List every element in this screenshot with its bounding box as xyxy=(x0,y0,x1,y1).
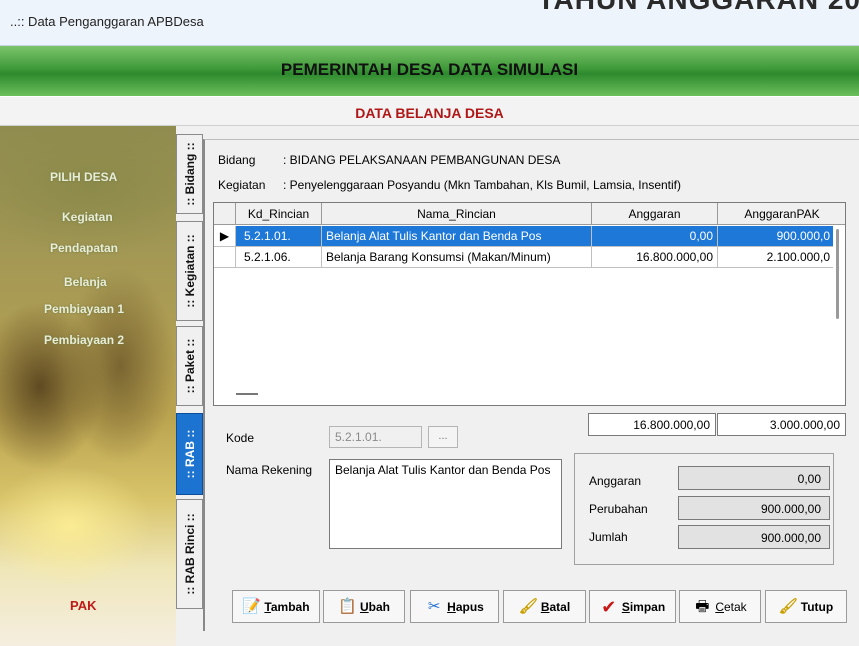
ubah-mnemonic: U xyxy=(359,599,369,614)
sidebar-background-image xyxy=(0,426,176,606)
tab-rab[interactable]: :: RAB :: xyxy=(176,413,203,495)
sidebar-item-kegiatan[interactable]: Kegiatan xyxy=(62,210,113,224)
kode-label: Kode xyxy=(226,431,255,445)
bidang-value: : BIDANG PELAKSANAAN PEMBANGUNAN DESA xyxy=(283,153,561,167)
sidebar: PILIH DESA Kegiatan Pendapatan Belanja P… xyxy=(0,126,176,646)
cell-kd-rincian[interactable]: 5.2.1.06. xyxy=(236,247,322,268)
table-header: Kd_Rincian Nama_Rincian Anggaran Anggara… xyxy=(214,203,845,225)
summary-anggaran-value: 0,00 xyxy=(678,466,830,490)
sidebar-item-pendapatan[interactable]: Pendapatan xyxy=(50,241,118,255)
cell-anggaran[interactable]: 0,00 xyxy=(592,226,718,247)
indicator-column-header xyxy=(214,203,236,225)
header-band: PEMERINTAH DESA DATA SIMULASI xyxy=(0,46,859,96)
add-document-icon: 📝 xyxy=(242,597,262,615)
summary-jumlah-label: Jumlah xyxy=(589,530,628,544)
simpan-label: impan xyxy=(629,599,666,614)
simpan-mnemonic: S xyxy=(621,599,630,614)
summary-perubahan-label: Perubahan xyxy=(589,502,648,516)
column-header-kd-rincian[interactable]: Kd_Rincian xyxy=(236,203,322,225)
sidebar-item-pembiayaan-2[interactable]: Pembiayaan 2 xyxy=(44,333,124,347)
page-title: PEMERINTAH DESA DATA SIMULASI xyxy=(280,60,579,79)
tutup-label: Tutup xyxy=(800,599,834,614)
tutup-button[interactable]: 🖌 Tutup xyxy=(765,590,847,623)
cell-kd-rincian[interactable]: 5.2.1.01. xyxy=(236,226,322,247)
kode-field[interactable]: 5.2.1.01. xyxy=(329,426,422,448)
subheader: DATA BELANJA DESA xyxy=(0,96,859,126)
window-titlebar: ..:: Data Penganggaran APBDesa TAHUN ANG… xyxy=(0,0,859,46)
total-anggaran-pak: 3.000.000,00 xyxy=(717,413,846,436)
checkmark-icon: ✔ xyxy=(601,596,617,617)
tab-bidang-label: :: Bidang :: xyxy=(182,142,197,206)
cell-nama-rincian[interactable]: Belanja Alat Tulis Kantor dan Benda Pos xyxy=(322,226,592,247)
cetak-button[interactable]: 🖶 Cetak xyxy=(679,590,761,623)
ubah-button[interactable]: 📋 Ubah xyxy=(323,590,405,623)
summary-box: Anggaran 0,00 Perubahan 900.000,00 Jumla… xyxy=(574,453,834,565)
tab-rab-label: :: RAB :: xyxy=(182,429,197,479)
kegiatan-value: : Penyelenggaraan Posyandu (Mkn Tambahan… xyxy=(283,178,681,192)
total-anggaran: 16.800.000,00 xyxy=(588,413,716,436)
cell-anggaran[interactable]: 16.800.000,00 xyxy=(592,247,718,268)
close-brush-icon: 🖌 xyxy=(778,597,798,615)
nama-rekening-field[interactable]: Belanja Alat Tulis Kantor dan Benda Pos xyxy=(329,459,562,549)
table-row[interactable]: 5.2.1.06. Belanja Barang Konsumsi (Makan… xyxy=(214,247,845,268)
tab-paket[interactable]: :: Paket :: xyxy=(176,326,203,406)
background-heading: TAHUN ANGGARAN 20 xyxy=(538,0,859,16)
scrollbar-thumb[interactable] xyxy=(836,229,839,319)
ubah-label: bah xyxy=(368,599,390,614)
tab-rab-rinci-label: :: RAB Rinci :: xyxy=(182,513,197,595)
table-row[interactable]: ▶ 5.2.1.01. Belanja Alat Tulis Kantor da… xyxy=(214,226,845,247)
summary-jumlah-value: 900.000,00 xyxy=(678,525,830,549)
row-indicator-icon xyxy=(214,247,236,268)
row-indicator-icon: ▶ xyxy=(214,226,236,247)
tab-bidang[interactable]: :: Bidang :: xyxy=(176,134,203,214)
cell-anggaran-pak[interactable]: 900.000,0 xyxy=(718,226,835,247)
cancel-brush-icon: 🖌 xyxy=(518,597,538,615)
tambah-button[interactable]: 📝 Tambah xyxy=(232,590,320,623)
delete-icon: ✂ xyxy=(427,597,441,615)
batal-label: atal xyxy=(549,599,571,614)
simpan-button[interactable]: ✔ Simpan xyxy=(589,590,676,623)
vertical-tab-strip: :: Bidang :: :: Kegiatan :: :: Paket :: … xyxy=(176,126,203,631)
cetak-mnemonic: C xyxy=(715,599,724,614)
cell-nama-rincian[interactable]: Belanja Barang Konsumsi (Makan/Minum) xyxy=(322,247,592,268)
edit-document-icon: 📋 xyxy=(337,597,357,615)
hapus-mnemonic: H xyxy=(447,599,456,614)
printer-icon: 🖶 xyxy=(695,597,710,615)
window-title: ..:: Data Penganggaran APBDesa xyxy=(10,14,204,29)
summary-perubahan-value: 900.000,00 xyxy=(678,496,830,520)
sidebar-item-pilih-desa[interactable]: PILIH DESA xyxy=(50,170,117,184)
tab-paket-label: :: Paket :: xyxy=(182,338,197,394)
nama-rekening-label: Nama Rekening xyxy=(226,463,313,477)
page-subtitle: DATA BELANJA DESA xyxy=(355,105,504,121)
tab-kegiatan-label: :: Kegiatan :: xyxy=(182,234,197,308)
sidebar-item-pak[interactable]: PAK xyxy=(70,598,96,613)
kode-lookup-button[interactable]: ... xyxy=(428,426,458,448)
table-horizontal-scrollbar[interactable] xyxy=(236,393,258,395)
tab-kegiatan[interactable]: :: Kegiatan :: xyxy=(176,221,203,321)
cell-anggaran-pak[interactable]: 2.100.000,0 xyxy=(718,247,835,268)
column-header-anggaran[interactable]: Anggaran xyxy=(592,203,718,225)
summary-anggaran-label: Anggaran xyxy=(589,474,642,488)
batal-button[interactable]: 🖌 Batal xyxy=(503,590,586,623)
column-header-nama-rincian[interactable]: Nama_Rincian xyxy=(322,203,592,225)
column-header-anggaran-pak[interactable]: AnggaranPAK xyxy=(718,203,845,225)
bidang-label: Bidang xyxy=(218,153,256,167)
table-vertical-scrollbar[interactable] xyxy=(833,225,845,405)
tambah-label: ambah xyxy=(270,599,310,614)
hapus-button[interactable]: ✂ Hapus xyxy=(410,590,499,623)
rincian-table[interactable]: Kd_Rincian Nama_Rincian Anggaran Anggara… xyxy=(213,202,846,406)
hapus-label: apus xyxy=(455,599,484,614)
sidebar-item-pembiayaan-1[interactable]: Pembiayaan 1 xyxy=(44,302,124,316)
tab-rab-rinci[interactable]: :: RAB Rinci :: xyxy=(176,499,203,609)
cetak-label: etak xyxy=(723,599,747,614)
kegiatan-label: Kegiatan xyxy=(218,178,266,192)
sidebar-item-belanja[interactable]: Belanja xyxy=(64,275,107,289)
